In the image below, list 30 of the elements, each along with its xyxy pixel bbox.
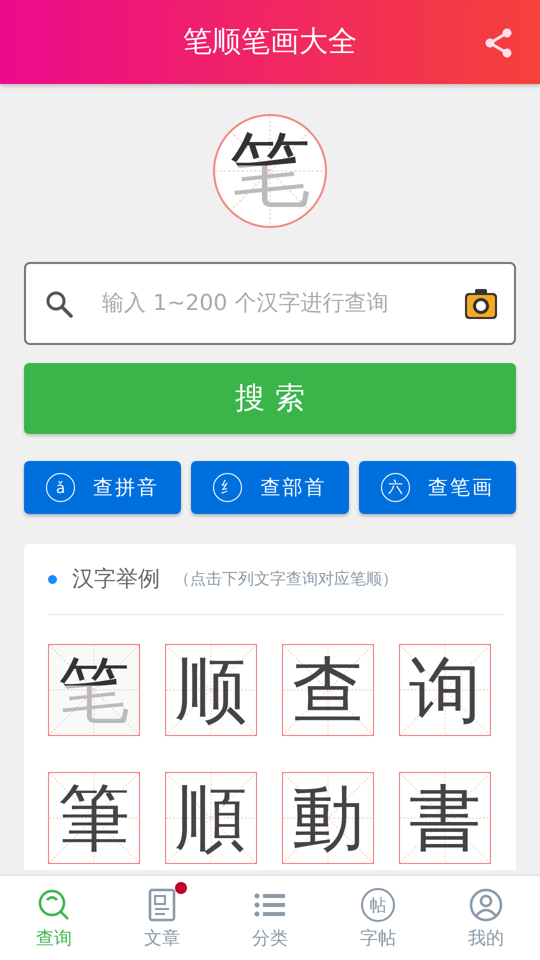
character-tile[interactable]: 顺 — [165, 644, 257, 736]
bullet-dot-icon — [48, 574, 57, 584]
circle-glyph-icon: 六 — [380, 473, 410, 502]
character-tile[interactable]: 順 — [165, 772, 257, 864]
character-tile[interactable]: 動 — [282, 772, 374, 864]
search-button[interactable]: 搜 索 — [24, 363, 516, 434]
circle-glyph-icon: ǎ — [46, 473, 76, 502]
circle-glyph-icon: 纟 — [213, 473, 242, 502]
search-field[interactable]: 输入 1~200 个汉字进行查询 — [24, 262, 516, 345]
section-title: 汉字举例 — [72, 566, 160, 594]
circle-glyph-icon: 帖 — [361, 888, 395, 922]
tab-item[interactable]: 我的 — [432, 876, 540, 960]
lookup-button[interactable]: 六 查笔画 — [358, 461, 516, 514]
camera-icon[interactable] — [464, 288, 498, 320]
lookup-button[interactable]: 纟 查部首 — [191, 461, 349, 514]
tab-item[interactable]: 帖 字帖 — [324, 876, 432, 960]
character-tile[interactable]: 查 — [282, 644, 374, 736]
character-tile[interactable]: 询 — [399, 644, 491, 736]
tab-item[interactable]: 分类 — [216, 876, 324, 960]
app-title: 笔顺笔画大全 — [183, 23, 357, 60]
search-icon — [37, 888, 71, 922]
person-icon — [469, 888, 503, 922]
character-tile[interactable]: 筆 — [48, 772, 140, 864]
section-hint: （点击下列文字查询对应笔顺） — [174, 568, 398, 590]
lookup-button[interactable]: ǎ 查拼音 — [24, 461, 182, 514]
search-icon — [44, 288, 74, 318]
share-icon[interactable] — [484, 28, 514, 58]
tab-item[interactable]: 文章 — [108, 876, 216, 960]
tab-item[interactable]: 查询 — [0, 876, 108, 960]
character-tile[interactable]: 書 — [399, 772, 491, 864]
